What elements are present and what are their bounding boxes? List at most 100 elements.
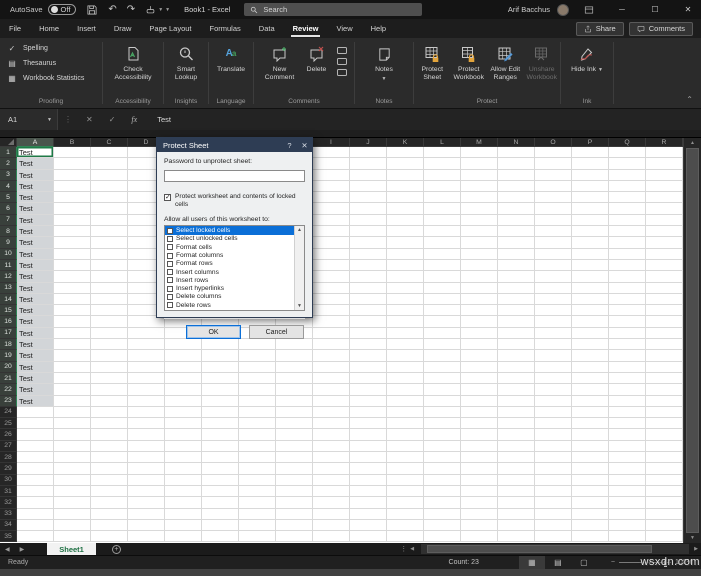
- cell-Q6[interactable]: [609, 203, 646, 215]
- cell-N4[interactable]: [498, 180, 535, 193]
- cell-C35[interactable]: [91, 531, 128, 543]
- cell-E18[interactable]: [165, 339, 202, 351]
- sheet-tab-sheet1[interactable]: Sheet1: [47, 543, 96, 555]
- cell-O33[interactable]: [535, 508, 572, 520]
- cell-L28[interactable]: [424, 452, 461, 464]
- cell-A16[interactable]: Test: [17, 316, 54, 328]
- cell-C6[interactable]: [91, 203, 128, 215]
- cell-P16[interactable]: [572, 316, 609, 328]
- cell-B9[interactable]: [54, 237, 91, 249]
- cell-M28[interactable]: [461, 452, 498, 464]
- cell-R4[interactable]: [646, 180, 683, 193]
- cell-F26[interactable]: [202, 429, 239, 441]
- cell-E29[interactable]: [165, 463, 202, 475]
- cell-N23[interactable]: [498, 395, 535, 407]
- cell-J23[interactable]: [350, 395, 387, 407]
- cell-I7[interactable]: [313, 214, 350, 227]
- cell-N27[interactable]: [498, 440, 535, 453]
- cell-Q23[interactable]: [609, 395, 646, 407]
- select-all-corner[interactable]: [0, 138, 17, 147]
- cell-F18[interactable]: [202, 339, 239, 351]
- cell-F30[interactable]: [202, 474, 239, 486]
- cell-N15[interactable]: [498, 305, 535, 317]
- cell-R13[interactable]: [646, 282, 683, 294]
- cell-C12[interactable]: [91, 271, 128, 283]
- cell-K15[interactable]: [387, 305, 424, 317]
- option-insert-rows[interactable]: Insert rows: [165, 276, 294, 284]
- cell-L18[interactable]: [424, 339, 461, 351]
- cell-C25[interactable]: [91, 418, 128, 430]
- cell-L11[interactable]: [424, 259, 461, 272]
- cell-H25[interactable]: [276, 418, 313, 430]
- cell-R12[interactable]: [646, 271, 683, 283]
- cell-P1[interactable]: [572, 147, 609, 159]
- cell-B35[interactable]: [54, 531, 91, 543]
- cell-K9[interactable]: [387, 237, 424, 249]
- cell-P3[interactable]: [572, 169, 609, 181]
- cell-B28[interactable]: [54, 452, 91, 464]
- redo-button[interactable]: ↷: [127, 4, 135, 15]
- cell-I6[interactable]: [313, 203, 350, 215]
- cell-O20[interactable]: [535, 361, 572, 373]
- cell-E19[interactable]: [165, 350, 202, 362]
- cell-H30[interactable]: [276, 474, 313, 486]
- cell-N20[interactable]: [498, 361, 535, 373]
- cell-B21[interactable]: [54, 372, 91, 385]
- cell-F27[interactable]: [202, 440, 239, 453]
- cell-A9[interactable]: Test: [17, 237, 54, 249]
- cell-I3[interactable]: [313, 169, 350, 181]
- cell-M26[interactable]: [461, 429, 498, 441]
- cell-P32[interactable]: [572, 497, 609, 509]
- cell-F24[interactable]: [202, 406, 239, 419]
- cell-J6[interactable]: [350, 203, 387, 215]
- scroll-down-icon[interactable]: ▼: [684, 533, 701, 543]
- cell-O9[interactable]: [535, 237, 572, 249]
- cell-O35[interactable]: [535, 531, 572, 543]
- tab-view[interactable]: View: [327, 19, 361, 38]
- cell-I14[interactable]: [313, 293, 350, 306]
- cell-P10[interactable]: [572, 248, 609, 260]
- cell-B18[interactable]: [54, 339, 91, 351]
- cell-L25[interactable]: [424, 418, 461, 430]
- cell-B16[interactable]: [54, 316, 91, 328]
- cell-L13[interactable]: [424, 282, 461, 294]
- cell-J19[interactable]: [350, 350, 387, 362]
- cell-H31[interactable]: [276, 485, 313, 498]
- cell-E35[interactable]: [165, 531, 202, 543]
- cell-R25[interactable]: [646, 418, 683, 430]
- cell-G21[interactable]: [239, 372, 276, 385]
- cell-I30[interactable]: [313, 474, 350, 486]
- allow-edit-ranges-button[interactable]: Allow Edit Ranges: [487, 41, 524, 82]
- cell-B6[interactable]: [54, 203, 91, 215]
- close-button[interactable]: ✕: [675, 0, 701, 19]
- cell-A35[interactable]: [17, 531, 54, 543]
- cell-E32[interactable]: [165, 497, 202, 509]
- row-header-18[interactable]: 18: [0, 339, 17, 351]
- cell-K27[interactable]: [387, 440, 424, 453]
- cancel-button[interactable]: Cancel: [249, 325, 304, 340]
- cell-B14[interactable]: [54, 293, 91, 306]
- cell-N1[interactable]: [498, 147, 535, 159]
- save-button[interactable]: [86, 4, 98, 16]
- cell-Q35[interactable]: [609, 531, 646, 543]
- cell-B8[interactable]: [54, 226, 91, 238]
- row-header-32[interactable]: 32: [0, 497, 17, 509]
- cell-I22[interactable]: [313, 384, 350, 396]
- scroll-left-icon[interactable]: ◀: [407, 546, 417, 552]
- name-box[interactable]: A1 ▼: [0, 109, 58, 130]
- scroll-right-icon[interactable]: ▶: [691, 546, 701, 552]
- option-checkbox[interactable]: [167, 302, 173, 309]
- cell-M16[interactable]: [461, 316, 498, 328]
- cell-L6[interactable]: [424, 203, 461, 215]
- cell-K14[interactable]: [387, 293, 424, 306]
- avatar[interactable]: [557, 3, 569, 16]
- cell-B24[interactable]: [54, 406, 91, 419]
- column-header-P[interactable]: P: [572, 138, 609, 147]
- cell-P30[interactable]: [572, 474, 609, 486]
- cell-L10[interactable]: [424, 248, 461, 260]
- dialog-title-bar[interactable]: Protect Sheet ? ✕: [157, 138, 312, 152]
- cell-R31[interactable]: [646, 485, 683, 498]
- cell-F23[interactable]: [202, 395, 239, 407]
- cell-P29[interactable]: [572, 463, 609, 475]
- cell-O28[interactable]: [535, 452, 572, 464]
